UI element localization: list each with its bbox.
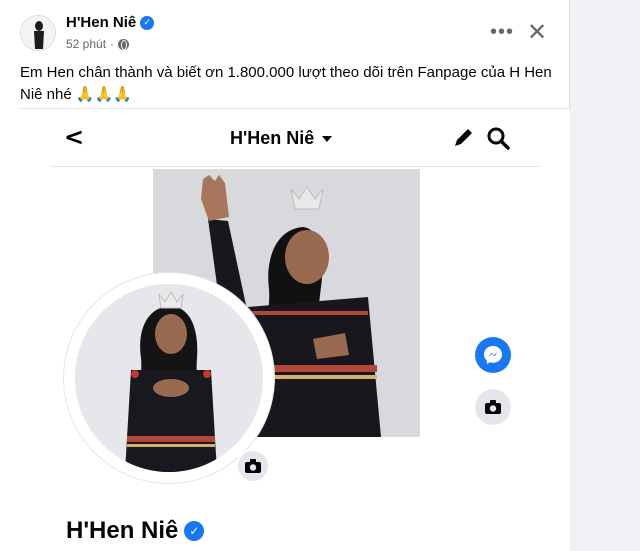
page-name-dropdown: H'Hen Niê bbox=[230, 128, 333, 149]
avatar-image bbox=[21, 16, 55, 50]
pencil-icon bbox=[455, 129, 472, 146]
camera-icon bbox=[245, 459, 261, 473]
camera-icon bbox=[485, 400, 501, 414]
more-horizontal-icon: ••• bbox=[489, 20, 514, 43]
profile-name: H'Hen Niê bbox=[66, 517, 179, 544]
verified-badge-icon: ✓ bbox=[140, 15, 155, 30]
profile-photo-image bbox=[75, 284, 263, 472]
messenger-button bbox=[475, 337, 511, 373]
author-name[interactable]: H'Hen Niê bbox=[66, 14, 136, 31]
author-name-row: H'Hen Niê ✓ bbox=[66, 14, 155, 31]
post-time[interactable]: 52 phút bbox=[66, 37, 106, 51]
globe-icon bbox=[118, 38, 130, 50]
back-arrow-icon: < bbox=[64, 123, 85, 151]
profile-photo bbox=[75, 284, 263, 472]
profile-name-row: H'Hen Niê ✓ bbox=[66, 517, 205, 545]
page-name: H'Hen Niê bbox=[230, 128, 315, 148]
post-meta: 52 phút · bbox=[66, 37, 130, 51]
verified-badge-icon: ✓ bbox=[184, 521, 205, 541]
close-icon: ✕ bbox=[526, 18, 548, 46]
messenger-icon bbox=[484, 346, 502, 364]
author-avatar[interactable] bbox=[20, 15, 56, 51]
close-button[interactable]: ✕ bbox=[523, 16, 551, 48]
post-header: H'Hen Niê ✓ 52 phút · ••• ✕ bbox=[0, 0, 570, 60]
fanpage-app-bar: < H'Hen Niê bbox=[50, 109, 540, 167]
caret-down-icon bbox=[322, 135, 333, 142]
post-image[interactable]: < H'Hen Niê H'Hen Niê ✓ bbox=[20, 108, 570, 551]
more-options-button[interactable]: ••• bbox=[488, 18, 516, 46]
facebook-post: H'Hen Niê ✓ 52 phút · ••• ✕ Em Hen chân … bbox=[0, 0, 570, 551]
change-cover-photo-button bbox=[475, 389, 511, 425]
page-scrollbar[interactable] bbox=[628, 0, 640, 551]
change-profile-photo-button bbox=[236, 449, 270, 483]
post-caption: Em Hen chân thành và biết ơn 1.800.000 l… bbox=[20, 64, 552, 103]
search-icon bbox=[487, 127, 510, 150]
